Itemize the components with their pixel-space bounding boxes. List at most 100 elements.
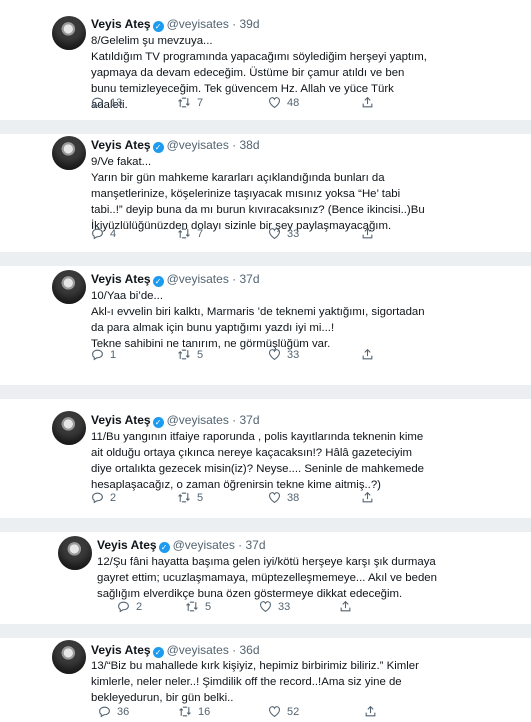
like-button[interactable]: 38 xyxy=(268,491,299,504)
tweet-header: Veyis Ateş ✓ @veyisates · 37d xyxy=(97,538,266,553)
heart-icon xyxy=(268,705,281,718)
retweet-button[interactable]: 5 xyxy=(177,491,203,504)
share-icon xyxy=(364,705,377,718)
retweet-icon xyxy=(177,491,191,504)
tweet-actions: 2 5 33 xyxy=(117,600,417,614)
retweet-count: 7 xyxy=(197,96,204,109)
like-button[interactable]: 52 xyxy=(268,705,299,718)
share-button[interactable] xyxy=(361,227,374,240)
author-handle[interactable]: @veyisates xyxy=(173,538,235,552)
tweet-card[interactable]: Veyis Ateş ✓ @veyisates · 37d 10/Yaa bi’de… xyxy=(0,266,531,385)
author-name[interactable]: Veyis Ateş xyxy=(97,538,157,552)
avatar[interactable] xyxy=(58,536,92,570)
tweet-text: 11/Bu yangının itfaiye raporunda , polis… xyxy=(91,431,425,491)
tweet-actions: 2 5 38 xyxy=(91,491,391,505)
reply-icon xyxy=(98,705,111,718)
retweet-button[interactable]: 7 xyxy=(177,227,203,240)
reply-icon xyxy=(91,96,104,109)
retweet-icon xyxy=(178,705,192,718)
author-handle[interactable]: @veyisates xyxy=(167,413,229,427)
author-handle[interactable]: @veyisates xyxy=(167,17,229,31)
tweet-card[interactable]: Veyis Ateş ✓ @veyisates · 36d 13/“Biz bu m… xyxy=(0,638,531,722)
reply-button[interactable]: 2 xyxy=(91,491,116,504)
share-icon xyxy=(361,348,374,361)
reply-button[interactable]: 2 xyxy=(117,600,142,613)
share-icon xyxy=(361,491,374,504)
retweet-button[interactable]: 16 xyxy=(178,705,210,718)
author-name[interactable]: Veyis Ateş xyxy=(91,643,151,657)
share-icon xyxy=(361,227,374,240)
retweet-button[interactable]: 5 xyxy=(177,348,203,361)
tweet-time[interactable]: 37d xyxy=(239,413,259,427)
tweet-time[interactable]: 39d xyxy=(239,17,259,31)
tweet-time[interactable]: 37d xyxy=(245,538,265,552)
verified-badge-icon: ✓ xyxy=(152,21,164,32)
reply-button[interactable]: 1 xyxy=(91,348,116,361)
tweet-actions: 13 7 48 xyxy=(91,96,391,110)
tweet-card[interactable]: Veyis Ateş ✓ @veyisates · 38d 9/Ve fakat..… xyxy=(0,134,531,252)
reply-button[interactable]: 13 xyxy=(91,96,122,109)
tweet-time[interactable]: 36d xyxy=(239,643,259,657)
reply-count: 2 xyxy=(136,600,143,613)
author-handle[interactable]: @veyisates xyxy=(167,138,229,152)
tweet-separator xyxy=(0,624,531,638)
author-name[interactable]: Veyis Ateş xyxy=(91,413,151,427)
share-icon xyxy=(339,600,352,613)
heart-icon xyxy=(259,600,272,613)
like-button[interactable]: 33 xyxy=(268,348,299,361)
tweet-card[interactable]: Veyis Ateş ✓ @veyisates · 37d 12/Şu fâni h… xyxy=(0,532,531,624)
retweet-button[interactable]: 7 xyxy=(177,96,203,109)
like-count: 48 xyxy=(287,96,300,109)
share-button[interactable] xyxy=(339,600,352,613)
tweet-card[interactable]: Veyis Ateş ✓ @veyisates · 39d 8/Gelelim şu… xyxy=(0,0,531,120)
like-button[interactable]: 33 xyxy=(259,600,290,613)
retweet-count: 5 xyxy=(205,600,212,613)
avatar[interactable] xyxy=(52,16,86,50)
reply-count: 1 xyxy=(110,348,117,361)
tweet-time[interactable]: 37d xyxy=(239,272,259,286)
like-button[interactable]: 33 xyxy=(268,227,299,240)
verified-badge-icon: ✓ xyxy=(152,647,164,658)
tweet-header: Veyis Ateş ✓ @veyisates · 37d xyxy=(91,413,260,428)
verified-badge-icon: ✓ xyxy=(158,542,170,553)
avatar[interactable] xyxy=(52,411,86,445)
tweet-actions: 36 16 52 xyxy=(98,705,398,719)
avatar[interactable] xyxy=(52,270,86,304)
tweet-header: Veyis Ateş ✓ @veyisates · 38d xyxy=(91,138,260,153)
tweet-text: 12/Şu fâni hayatta başıma gelen iyi/kötü… xyxy=(97,556,437,600)
tweet-card[interactable]: Veyis Ateş ✓ @veyisates · 37d 11/Bu yangın… xyxy=(0,399,531,518)
heart-icon xyxy=(268,491,281,504)
tweet-text: 9/Ve fakat... Yarın bir gün mahkeme kara… xyxy=(91,156,425,232)
author-name[interactable]: Veyis Ateş xyxy=(91,138,151,152)
verified-badge-icon: ✓ xyxy=(152,142,164,153)
tweet-separator xyxy=(0,252,531,266)
share-button[interactable] xyxy=(361,491,374,504)
author-name[interactable]: Veyis Ateş xyxy=(91,17,151,31)
reply-icon xyxy=(91,348,104,361)
tweet-time[interactable]: 38d xyxy=(239,138,259,152)
tweet-actions: 1 5 33 xyxy=(91,348,391,362)
reply-icon xyxy=(91,491,104,504)
share-button[interactable] xyxy=(361,96,374,109)
reply-icon xyxy=(117,600,130,613)
like-button[interactable]: 48 xyxy=(268,96,299,109)
retweet-icon xyxy=(185,600,199,613)
avatar[interactable] xyxy=(52,136,86,170)
reply-count: 36 xyxy=(117,705,130,718)
avatar[interactable] xyxy=(52,640,86,674)
share-button[interactable] xyxy=(364,705,377,718)
like-count: 52 xyxy=(287,705,300,718)
heart-icon xyxy=(268,96,281,109)
author-handle[interactable]: @veyisates xyxy=(167,272,229,286)
retweet-icon xyxy=(177,348,191,361)
like-count: 38 xyxy=(287,491,300,504)
share-button[interactable] xyxy=(361,348,374,361)
author-name[interactable]: Veyis Ateş xyxy=(91,272,151,286)
author-handle[interactable]: @veyisates xyxy=(167,643,229,657)
verified-badge-icon: ✓ xyxy=(152,276,164,287)
reply-count: 2 xyxy=(110,491,117,504)
share-icon xyxy=(361,96,374,109)
retweet-button[interactable]: 5 xyxy=(185,600,211,613)
reply-button[interactable]: 4 xyxy=(91,227,116,240)
reply-button[interactable]: 36 xyxy=(98,705,129,718)
